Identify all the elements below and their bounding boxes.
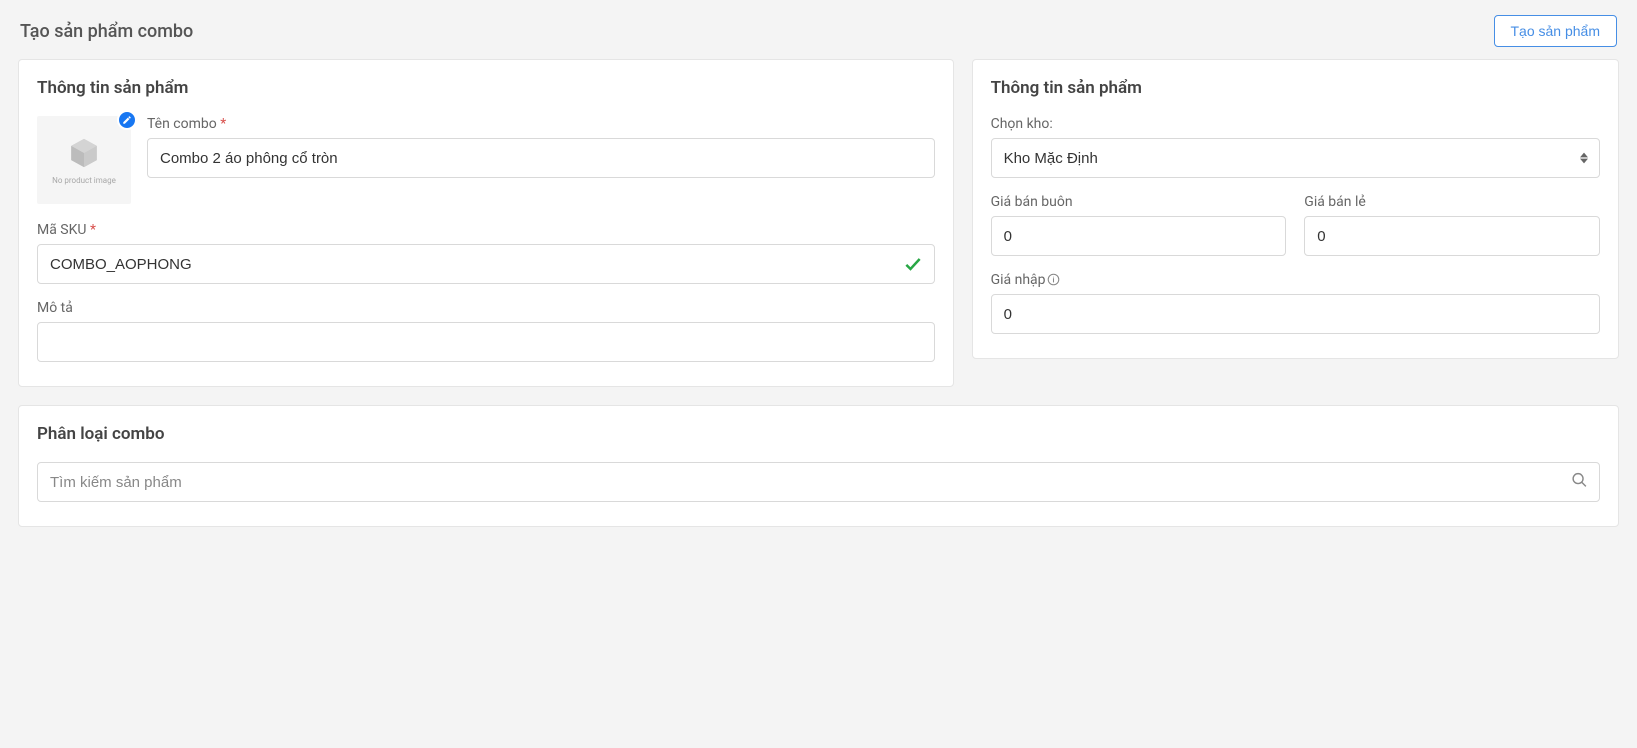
sku-label: Mã SKU * bbox=[37, 222, 935, 238]
box-icon bbox=[67, 136, 101, 170]
wholesale-price-label: Giá bán buôn bbox=[991, 194, 1287, 210]
required-indicator: * bbox=[90, 222, 96, 238]
retail-price-input[interactable] bbox=[1304, 216, 1600, 256]
description-input[interactable] bbox=[37, 322, 935, 362]
warehouse-select[interactable] bbox=[991, 138, 1600, 178]
product-image-placeholder[interactable]: No product image bbox=[37, 116, 131, 204]
product-info-card-right: Thông tin sản phẩm Chọn kho: Giá bán buô… bbox=[972, 59, 1619, 359]
combo-classify-title: Phân loại combo bbox=[37, 424, 1600, 444]
info-icon bbox=[1047, 273, 1061, 287]
retail-price-label: Giá bán lẻ bbox=[1304, 194, 1600, 210]
product-info-title-left: Thông tin sản phẩm bbox=[37, 78, 935, 98]
wholesale-price-input[interactable] bbox=[991, 216, 1287, 256]
import-price-input[interactable] bbox=[991, 294, 1600, 334]
check-icon bbox=[903, 254, 923, 274]
pencil-icon bbox=[122, 115, 132, 125]
create-product-button[interactable]: Tạo sản phẩm bbox=[1494, 15, 1618, 47]
page-header: Tạo sản phẩm combo Tạo sản phẩm bbox=[0, 0, 1637, 59]
combo-name-input[interactable] bbox=[147, 138, 935, 178]
product-info-card-left: Thông tin sản phẩm No product image bbox=[18, 59, 954, 387]
combo-name-label: Tên combo * bbox=[147, 116, 935, 132]
product-search-input[interactable] bbox=[37, 462, 1600, 502]
edit-image-button[interactable] bbox=[117, 110, 137, 130]
required-indicator: * bbox=[220, 116, 226, 132]
sku-input[interactable] bbox=[37, 244, 935, 284]
search-icon bbox=[1571, 472, 1588, 493]
combo-classify-card: Phân loại combo bbox=[18, 405, 1619, 527]
page-title: Tạo sản phẩm combo bbox=[20, 21, 193, 42]
import-price-label: Giá nhập bbox=[991, 272, 1600, 288]
no-image-label: No product image bbox=[52, 176, 116, 185]
warehouse-label: Chọn kho: bbox=[991, 116, 1600, 132]
description-label: Mô tả bbox=[37, 300, 935, 316]
product-info-title-right: Thông tin sản phẩm bbox=[991, 78, 1600, 98]
